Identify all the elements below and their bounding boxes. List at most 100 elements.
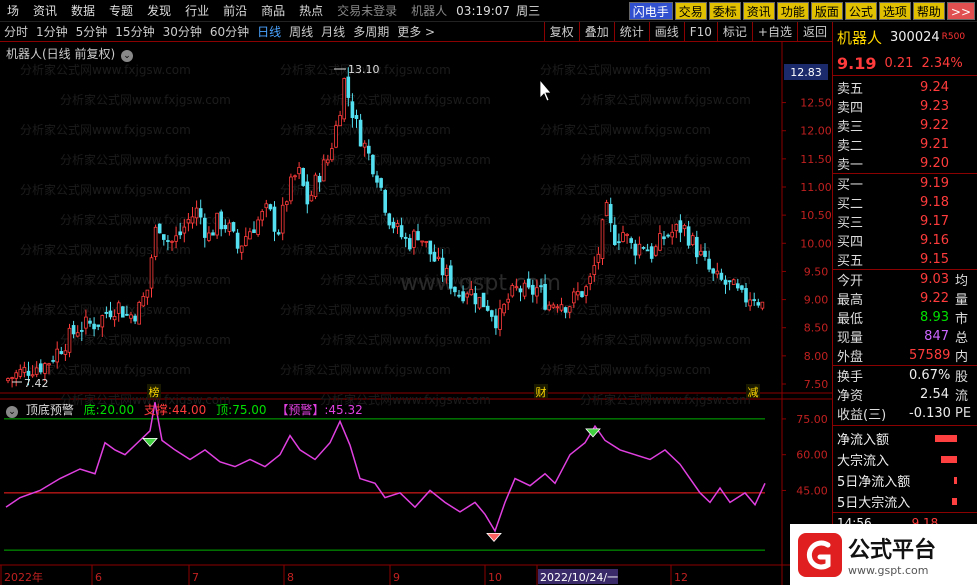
- ask-row-4[interactable]: 卖一 9.20: [833, 154, 977, 173]
- candle-body[interactable]: [699, 250, 703, 256]
- candle-body[interactable]: [194, 207, 199, 219]
- candle-body[interactable]: [678, 220, 683, 233]
- candle-body[interactable]: [84, 316, 88, 329]
- candle-body[interactable]: [182, 226, 187, 234]
- candle-body[interactable]: [145, 289, 150, 298]
- candle-body[interactable]: [748, 299, 752, 307]
- candle-body[interactable]: [707, 258, 711, 270]
- candle-body[interactable]: [576, 291, 580, 296]
- candle-body[interactable]: [235, 232, 240, 249]
- bid-row-0[interactable]: 买一 9.19: [833, 174, 977, 193]
- candle-body[interactable]: [551, 304, 556, 308]
- candle-body[interactable]: [485, 305, 490, 311]
- candle-body[interactable]: [498, 308, 502, 330]
- chevron-down-icon[interactable]: ⌄: [121, 50, 134, 62]
- candle-body[interactable]: [531, 284, 535, 295]
- candle-body[interactable]: [715, 270, 720, 275]
- candle-body[interactable]: [88, 320, 92, 324]
- quick-button-4[interactable]: 功能: [776, 2, 809, 20]
- candle-body[interactable]: [256, 219, 260, 235]
- candle-body[interactable]: [157, 223, 162, 234]
- candle-body[interactable]: [342, 78, 346, 120]
- candle-body[interactable]: [719, 272, 724, 280]
- period-tab-0[interactable]: 分时: [0, 23, 32, 40]
- candle-body[interactable]: [461, 291, 465, 302]
- candle-body[interactable]: [572, 291, 576, 304]
- candle-body[interactable]: [223, 224, 228, 230]
- candle-body[interactable]: [596, 253, 601, 263]
- period-tab-7[interactable]: 周线: [285, 23, 317, 40]
- candle-body[interactable]: [75, 332, 80, 337]
- candle-body[interactable]: [563, 307, 568, 313]
- candle-body[interactable]: [161, 234, 166, 240]
- candle-body[interactable]: [518, 288, 523, 293]
- candle-body[interactable]: [14, 372, 19, 379]
- candle-body[interactable]: [366, 145, 371, 154]
- candle-body[interactable]: [731, 279, 736, 285]
- candle-body[interactable]: [436, 256, 441, 260]
- tool-button-1[interactable]: 叠加: [578, 22, 614, 42]
- kline-chart[interactable]: 12.50 12.00 11.50 11.00 10.50 10.00 9.50 9.00 8.…: [0, 42, 832, 585]
- candle-body[interactable]: [108, 310, 113, 318]
- candle-body[interactable]: [63, 350, 68, 355]
- candle-body[interactable]: [448, 265, 453, 289]
- period-tab-8[interactable]: 月线: [317, 23, 349, 40]
- candle-body[interactable]: [313, 174, 318, 198]
- candle-body[interactable]: [391, 221, 396, 229]
- candle-body[interactable]: [293, 175, 297, 178]
- quick-button-9[interactable]: >>: [946, 2, 975, 20]
- candle-body[interactable]: [334, 125, 338, 148]
- ask-row-0[interactable]: 卖五 9.24: [833, 78, 977, 97]
- menu-item-topics[interactable]: 专题: [102, 0, 140, 22]
- candle-body[interactable]: [67, 327, 72, 353]
- candle-body[interactable]: [284, 201, 289, 205]
- candle-body[interactable]: [608, 203, 613, 224]
- candle-body[interactable]: [412, 230, 416, 248]
- quick-button-7[interactable]: 选项: [878, 2, 911, 20]
- candle-body[interactable]: [420, 240, 424, 243]
- candle-body[interactable]: [645, 249, 650, 252]
- candle-body[interactable]: [457, 294, 461, 297]
- stat-row-0[interactable]: 今开 9.03 均: [833, 270, 977, 289]
- chevron-down-icon[interactable]: ⌄: [6, 406, 18, 418]
- period-tab-5[interactable]: 60分钟: [206, 23, 253, 40]
- candle-body[interactable]: [125, 313, 129, 316]
- indicator-line[interactable]: [5, 402, 766, 533]
- candle-body[interactable]: [424, 241, 428, 243]
- candle-body[interactable]: [264, 203, 269, 209]
- bid-row-4[interactable]: 买五 9.15: [833, 250, 977, 269]
- candle-body[interactable]: [309, 194, 314, 202]
- candle-body[interactable]: [22, 367, 27, 373]
- candle-body[interactable]: [604, 202, 609, 217]
- ask-row-2[interactable]: 卖三 9.22: [833, 116, 977, 135]
- candle-body[interactable]: [625, 233, 629, 236]
- candle-body[interactable]: [301, 167, 305, 186]
- candle-body[interactable]: [268, 204, 273, 210]
- menu-item-industry[interactable]: 行业: [178, 0, 216, 22]
- candle-body[interactable]: [47, 363, 51, 366]
- candle-body[interactable]: [80, 330, 84, 332]
- candle-body[interactable]: [100, 315, 105, 328]
- candle-body[interactable]: [321, 159, 326, 182]
- candle-body[interactable]: [465, 293, 469, 298]
- candle-body[interactable]: [178, 231, 183, 236]
- candle-body[interactable]: [243, 236, 248, 246]
- candle-body[interactable]: [272, 206, 277, 232]
- candle-body[interactable]: [481, 292, 486, 308]
- menu-item-hotspot[interactable]: 热点: [292, 0, 330, 22]
- candle-body[interactable]: [297, 167, 301, 175]
- candle-body[interactable]: [756, 302, 761, 306]
- flow-row-2[interactable]: 5日净流入额: [833, 470, 977, 491]
- candle-body[interactable]: [559, 304, 564, 311]
- candle-body[interactable]: [346, 76, 351, 98]
- candle-body[interactable]: [399, 225, 404, 238]
- stat2-row-2[interactable]: 收益(三) -0.130 PE: [833, 404, 977, 423]
- candle-body[interactable]: [317, 175, 322, 183]
- period-tab-6[interactable]: 日线: [253, 23, 285, 40]
- login-status[interactable]: 交易未登录: [330, 0, 404, 22]
- candle-body[interactable]: [362, 142, 367, 148]
- candle-body[interactable]: [588, 276, 592, 284]
- candle-body[interactable]: [198, 208, 203, 218]
- candle-body[interactable]: [43, 363, 47, 374]
- candle-body[interactable]: [280, 204, 285, 234]
